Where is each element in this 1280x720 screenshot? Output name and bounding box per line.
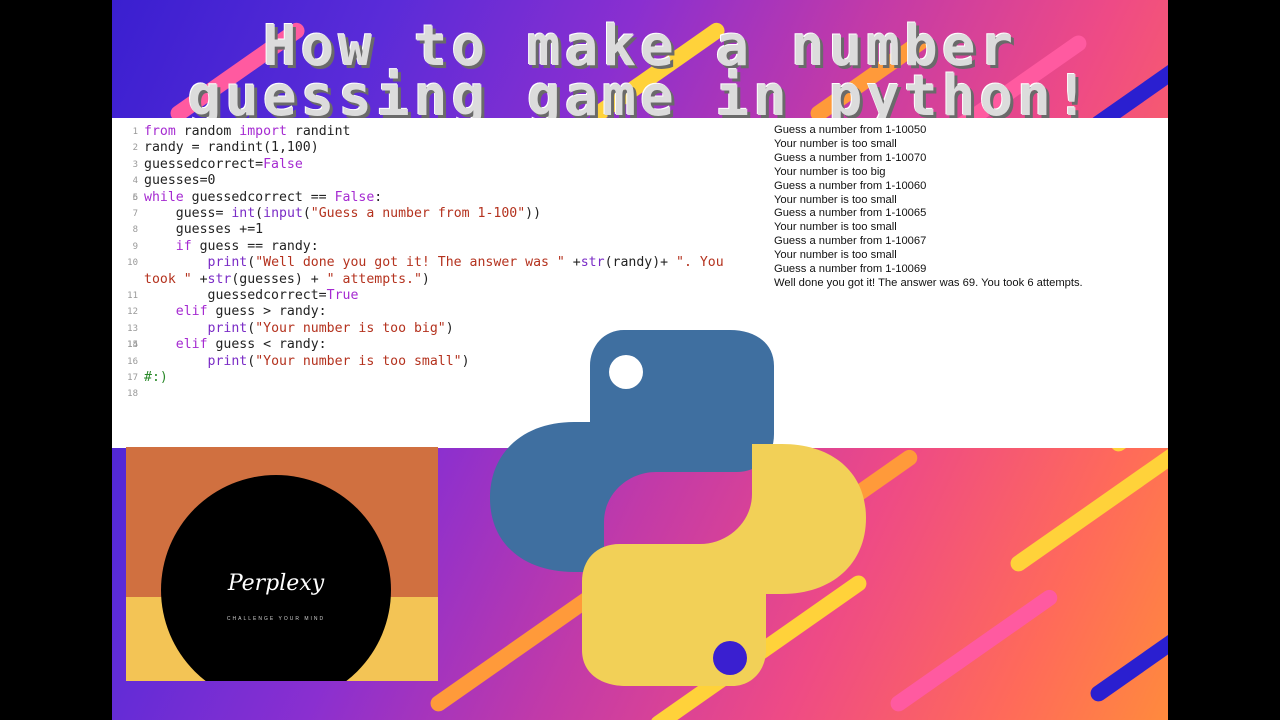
line-number: 7: [132, 209, 138, 220]
code-text: elif guess < randy:: [175, 337, 327, 353]
code-line: 1 from random import randint: [112, 124, 768, 140]
python-logo-icon: [490, 330, 866, 686]
background-stripe: [1087, 599, 1168, 705]
line-number: 1: [132, 127, 138, 137]
code-line: 4 guesses=0: [112, 173, 768, 189]
console-lines: Guess a number from 1-10050 Your number i…: [768, 118, 1168, 291]
line-number: 2: [132, 143, 138, 154]
console-line: Guess a number from 1-10060: [774, 179, 927, 192]
console-line: Your number is too small: [774, 249, 897, 262]
line-number: 16: [127, 356, 138, 367]
line-number: 17: [127, 373, 138, 384]
line-number: 10: [127, 258, 138, 269]
logo-wordmark: Perplexy: [227, 571, 325, 596]
background-stripe: [887, 586, 1061, 715]
code-line: 12 elif guess > randy:: [112, 304, 768, 320]
logo-tagline: CHALLENGE YOUR MIND: [226, 616, 326, 622]
code-line: 3 guessedcorrect=False: [112, 157, 768, 173]
line-number: 6: [132, 192, 138, 203]
code-text: guesses=0: [144, 173, 216, 189]
code-text: guessedcorrect=True: [144, 288, 359, 304]
code-text: guesses +=1: [144, 222, 264, 238]
code-line: 2 randy = randint(1,100): [112, 140, 768, 156]
line-number: 8: [132, 225, 138, 236]
console-line: Your number is too small: [774, 221, 897, 234]
console-line: Your number is too big: [774, 165, 886, 178]
code-line: 10 print("Well done you got it! The answ…: [112, 255, 768, 288]
line-number: 11: [127, 291, 138, 302]
channel-logo: Perplexy CHALLENGE YOUR MIND: [126, 447, 438, 681]
code-line: 8 guesses +=1: [112, 222, 768, 238]
console-line: Guess a number from 1-10070: [774, 151, 927, 164]
code-text: guessedcorrect=False: [144, 156, 303, 172]
console-line: Your number is too small: [774, 137, 897, 150]
code-text: elif guess > randy:: [175, 304, 327, 320]
line-number: 12: [127, 307, 138, 318]
line-number: 15: [127, 340, 138, 351]
console-line: Guess a number from 1-10050: [774, 124, 927, 136]
background-stripe: [1007, 435, 1168, 575]
line-number: 13: [127, 323, 138, 334]
title-line-2: guessing game in python!: [187, 64, 1093, 129]
code-text: guess= int(input("Guess a number from 1-…: [144, 206, 542, 222]
code-text: #:): [144, 370, 168, 386]
console-line: Your number is too small: [774, 193, 897, 206]
console-line: Guess a number from 1-10067: [774, 235, 927, 248]
code-line: 6 while guessedcorrect == False:: [112, 190, 768, 206]
console-line: Guess a number from 1-10065: [774, 207, 927, 220]
line-number: 9: [132, 241, 138, 252]
code-text: randy = randint(1,100): [144, 140, 319, 156]
console-line: Well done you got it! The answer was 69.…: [774, 276, 1083, 289]
page-title: How to make a number guessing game in py…: [112, 19, 1168, 129]
code-line: 11 guessedcorrect=True: [112, 288, 768, 304]
python-eye-top: [609, 355, 643, 389]
line-number: 3: [132, 159, 138, 170]
code-text: from random import randint: [144, 124, 351, 139]
code-text: while guessedcorrect == False:: [144, 189, 383, 205]
code-text: print("Your number is too small"): [207, 353, 470, 369]
console-line: Guess a number from 1-10069: [774, 263, 927, 276]
code-line: 9 if guess == randy:: [112, 239, 768, 255]
code-line: 7 guess= int(input("Guess a number from …: [112, 206, 768, 222]
thumbnail-canvas: How to make a number guessing game in py…: [112, 0, 1168, 720]
code-text: print("Your number is too big"): [207, 320, 454, 336]
code-text: print("Well done you got it! The answer …: [144, 255, 724, 287]
code-text: if guess == randy:: [175, 238, 319, 254]
line-number: 18: [127, 389, 138, 400]
line-number: 4: [132, 176, 138, 187]
python-eye-bottom: [713, 641, 747, 675]
